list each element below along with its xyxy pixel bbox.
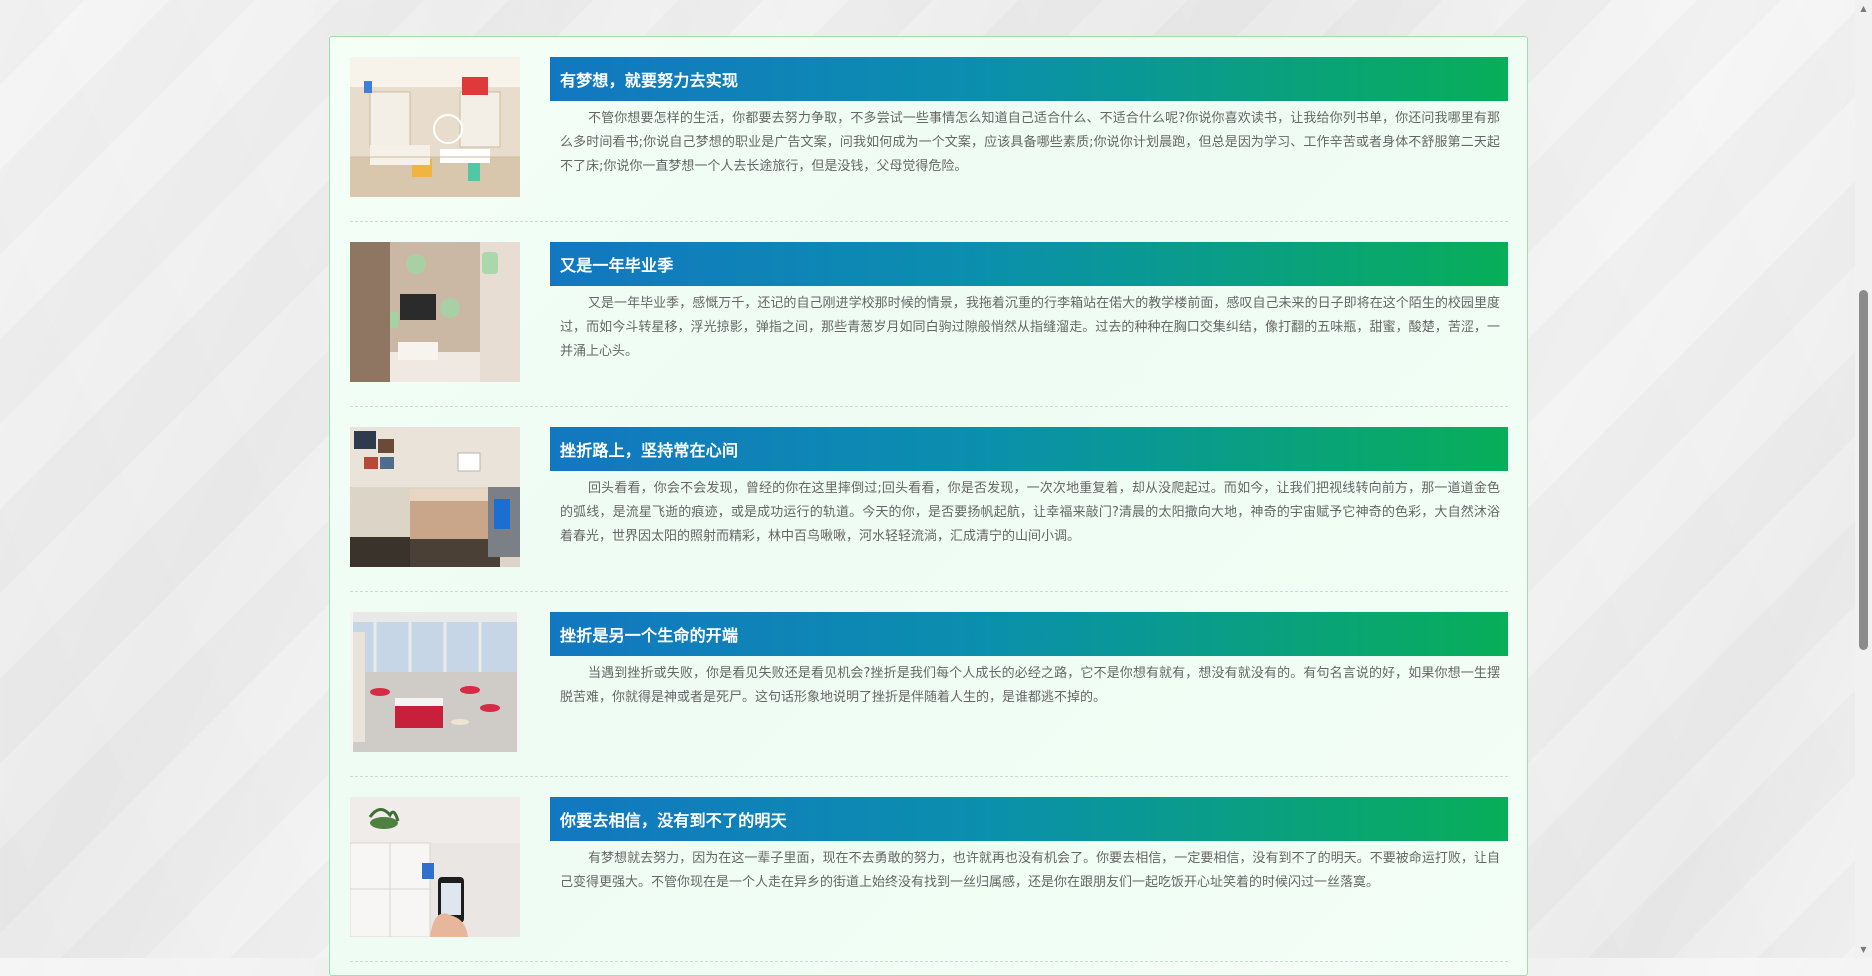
article-title[interactable]: 有梦想，就要努力去实现 xyxy=(560,67,738,91)
article-thumbnail[interactable] xyxy=(350,797,520,937)
divider xyxy=(350,961,1508,962)
smart-bedroom-image xyxy=(350,427,520,567)
article-list: 有梦想，就要努力去实现 不管你想要怎样的生活，你都要去努力争取，不多尝试一些事情… xyxy=(329,36,1528,976)
triangle-up-icon[interactable]: ▲ xyxy=(1855,0,1872,17)
article-excerpt: 不管你想要怎样的生活，你都要去努力争取，不多尝试一些事情怎么知道自己适合什么、不… xyxy=(560,111,1500,174)
smart-lock-phone-image xyxy=(350,797,520,937)
smart-tv-wall-image xyxy=(350,242,520,382)
smart-living-room-image xyxy=(350,57,520,197)
article-title-bar[interactable]: 挫折是另一个生命的开端 xyxy=(550,612,1508,656)
article-thumbnail[interactable] xyxy=(350,242,520,382)
list-item: 挫折是另一个生命的开端 当遇到挫折或失败，你是看见失败还是看见机会?挫折是我们每… xyxy=(350,592,1508,777)
article-excerpt: 有梦想就去努力，因为在这一辈子里面，现在不去勇敢的努力，也许就再也没有机会了。你… xyxy=(560,851,1500,890)
article-excerpt: 当遇到挫折或失败，你是看见失败还是看见机会?挫折是我们每个人成长的必经之路，它不… xyxy=(560,666,1500,705)
article-excerpt: 又是一年毕业季，感慨万千，还记的自己刚进学校那时候的情景，我拖着沉重的行李箱站在… xyxy=(560,296,1500,359)
list-item: 有梦想，就要努力去实现 不管你想要怎样的生活，你都要去努力争取，不多尝试一些事情… xyxy=(350,37,1508,222)
article-title-bar[interactable]: 你要去相信，没有到不了的明天 xyxy=(550,797,1508,841)
article-title[interactable]: 挫折路上，坚持常在心间 xyxy=(560,437,738,461)
article-title[interactable]: 挫折是另一个生命的开端 xyxy=(560,622,738,646)
article-title-bar[interactable]: 又是一年毕业季 xyxy=(550,242,1508,286)
scrollbar-thumb[interactable] xyxy=(1859,290,1868,650)
list-item: 又是一年毕业季 又是一年毕业季，感慨万千，还记的自己刚进学校那时候的情景，我拖着… xyxy=(350,222,1508,407)
article-thumbnail[interactable] xyxy=(350,612,520,752)
article-title-bar[interactable]: 有梦想，就要努力去实现 xyxy=(550,57,1508,101)
lounge-interior-image xyxy=(350,612,520,752)
article-excerpt: 回头看看，你会不会发现，曾经的你在这里摔倒过;回头看看，你是否发现，一次次地重复… xyxy=(560,481,1500,544)
article-title[interactable]: 又是一年毕业季 xyxy=(560,252,673,276)
article-thumbnail[interactable] xyxy=(350,57,520,197)
article-title[interactable]: 你要去相信，没有到不了的明天 xyxy=(560,807,787,831)
list-item: 挫折路上，坚持常在心间 回头看看，你会不会发现，曾经的你在这里摔倒过;回头看看，… xyxy=(350,407,1508,592)
triangle-down-icon[interactable]: ▼ xyxy=(1855,941,1872,958)
vertical-scrollbar[interactable]: ▲ ▼ xyxy=(1855,0,1872,958)
article-title-bar[interactable]: 挫折路上，坚持常在心间 xyxy=(550,427,1508,471)
list-item: 你要去相信，没有到不了的明天 有梦想就去努力，因为在这一辈子里面，现在不去勇敢的… xyxy=(350,777,1508,962)
article-thumbnail[interactable] xyxy=(350,427,520,567)
